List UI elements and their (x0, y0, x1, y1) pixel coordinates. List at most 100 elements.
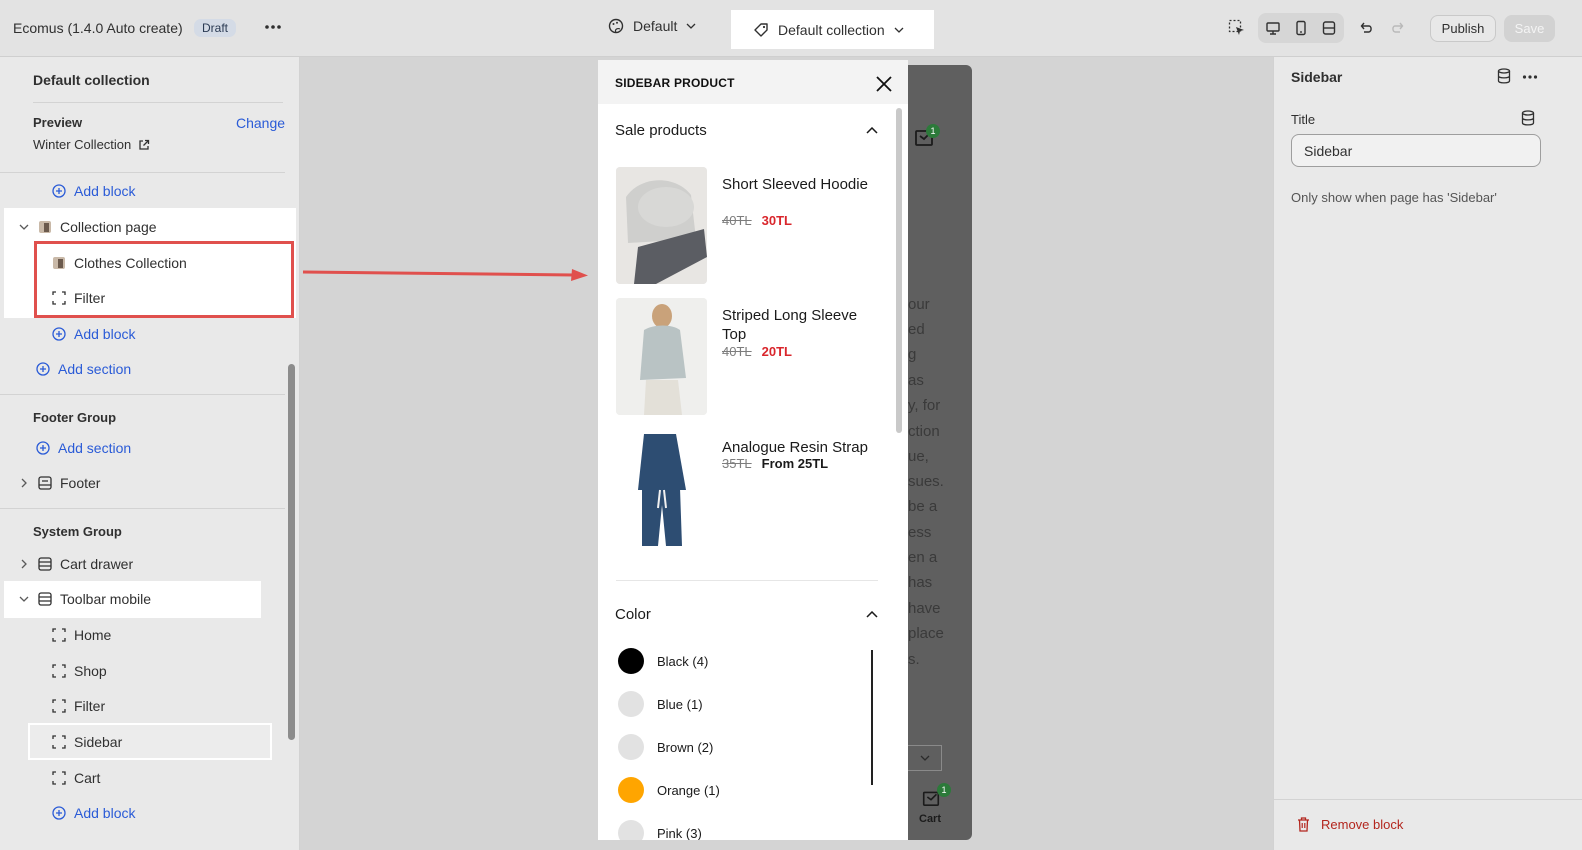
product-card[interactable]: Short Sleeved Hoodie 40TL 30TL (616, 167, 878, 285)
close-icon (876, 76, 892, 92)
drawer-header: SIDEBAR PRODUCT (598, 60, 908, 104)
block-cart[interactable]: Cart (52, 764, 100, 792)
undo-button[interactable] (1357, 19, 1375, 37)
section-toolbar-mobile[interactable]: Toolbar mobile (18, 585, 151, 613)
settings-more-button[interactable] (1522, 68, 1538, 83)
mobile-view-button[interactable] (1292, 19, 1310, 37)
mobile-icon (1296, 20, 1306, 36)
add-block-link[interactable]: Add block (52, 177, 135, 205)
chevron-up-icon (866, 127, 878, 134)
drawer-scrollbar[interactable] (896, 108, 902, 433)
product-card[interactable]: Analogue Resin Strap 35TL From 25TL (616, 430, 878, 548)
publish-button[interactable]: Publish (1430, 15, 1496, 42)
section-label: Toolbar mobile (60, 591, 152, 607)
color-swatch (618, 820, 644, 840)
inspector-button[interactable] (1228, 19, 1246, 37)
divider (33, 102, 283, 103)
database-icon (1521, 110, 1535, 126)
product-prices: 40TL 30TL (722, 213, 792, 228)
block-frame-icon (52, 628, 66, 642)
theme-select[interactable]: Default (608, 18, 696, 34)
block-label: Filter (74, 698, 106, 714)
chevron-right-icon (18, 478, 30, 488)
section-collection-page[interactable]: Collection page (18, 213, 157, 241)
color-swatch (618, 734, 644, 760)
footer-group-title: Footer Group (33, 410, 117, 425)
from-price: From 25TL (761, 456, 829, 471)
sidebar-product-drawer: SIDEBAR PRODUCT Sale products Short Slee… (598, 60, 908, 840)
color-option[interactable]: Pink (3) (618, 820, 702, 840)
plus-circle-icon (36, 441, 50, 455)
trash-icon (1298, 817, 1309, 832)
color-filter-toggle[interactable]: Color (615, 606, 878, 623)
divider (0, 172, 285, 173)
title-input[interactable] (1291, 134, 1541, 167)
product-prices: 35TL From 25TL (722, 456, 828, 471)
section-layout-icon (38, 557, 52, 571)
save-button[interactable]: Save (1504, 15, 1555, 42)
color-option[interactable]: Brown (2) (618, 734, 713, 760)
color-swatch (618, 777, 644, 803)
color-option[interactable]: Orange (1) (618, 777, 720, 803)
change-preview-link[interactable]: Change (236, 115, 285, 131)
block-label: Home (74, 627, 112, 643)
product-card[interactable]: Striped Long Sleeve Top 40TL 20TL (616, 298, 878, 416)
block-home[interactable]: Home (52, 621, 111, 649)
divider (0, 508, 285, 509)
add-section-link[interactable]: Add section (36, 355, 131, 383)
sort-select[interactable] (906, 745, 942, 771)
bg-text-fragment: have (908, 600, 941, 617)
fullwidth-icon (1322, 21, 1336, 35)
sale-price: 20TL (761, 344, 792, 359)
fullscreen-view-button[interactable] (1320, 19, 1338, 37)
add-block-link[interactable]: Add block (52, 320, 135, 348)
dynamic-source-button[interactable] (1497, 68, 1511, 87)
block-shop[interactable]: Shop (52, 657, 107, 685)
product-image (616, 298, 707, 415)
sale-price: 30TL (761, 213, 792, 228)
color-label: Pink (3) (657, 825, 702, 841)
section-cart-drawer[interactable]: Cart drawer (18, 550, 133, 578)
block-filter[interactable]: Filter (52, 692, 105, 720)
annotation-arrow (302, 269, 588, 281)
more-options-button[interactable] (262, 16, 284, 38)
status-badge: Draft (194, 19, 237, 37)
add-block-link[interactable]: Add block (52, 799, 135, 827)
redo-button[interactable] (1389, 19, 1407, 37)
top-bar: Ecomus (1.4.0 Auto create) Draft Default… (0, 0, 1582, 57)
chevron-down-icon (894, 27, 904, 33)
block-sidebar[interactable]: Sidebar (52, 728, 122, 756)
remove-block-button[interactable]: Remove block (1297, 817, 1403, 832)
bg-text-fragment: sues. (908, 473, 944, 490)
product-name: Striped Long Sleeve Top (722, 307, 858, 343)
toolbar-cart-badge: 1 (937, 783, 951, 797)
preview-collection[interactable]: Winter Collection (33, 137, 150, 152)
product-name: Short Sleeved Hoodie (722, 176, 868, 193)
desktop-icon (1266, 22, 1280, 35)
section-footer[interactable]: Footer (18, 469, 100, 497)
color-label: Brown (2) (657, 739, 714, 755)
product-image (616, 167, 707, 284)
divider (0, 394, 285, 395)
chevron-down-icon (920, 755, 930, 761)
title-dynamic-source-button[interactable] (1521, 110, 1535, 129)
close-drawer-button[interactable] (874, 74, 896, 96)
left-scrollbar[interactable] (288, 364, 295, 740)
preview-collection-label: Winter Collection (33, 137, 132, 152)
bg-text-fragment: ue, (908, 448, 929, 465)
color-option[interactable]: Black (4) (618, 648, 708, 674)
add-section-link[interactable]: Add section (36, 434, 131, 462)
template-select[interactable]: Default collection (731, 10, 934, 49)
sale-products-heading: Sale products (615, 122, 707, 139)
sale-products-toggle[interactable]: Sale products (615, 122, 878, 139)
product-image (616, 430, 707, 547)
bg-text-fragment: ess (908, 524, 932, 541)
footer-layout-icon (38, 476, 52, 490)
template-select-label: Default collection (778, 21, 885, 38)
color-option[interactable]: Blue (1) (618, 691, 703, 717)
add-block-label: Add block (74, 183, 136, 199)
divider (1274, 799, 1582, 800)
desktop-view-button[interactable] (1264, 19, 1282, 37)
color-list-scrollbar[interactable] (871, 650, 873, 785)
block-frame-icon (52, 699, 66, 713)
